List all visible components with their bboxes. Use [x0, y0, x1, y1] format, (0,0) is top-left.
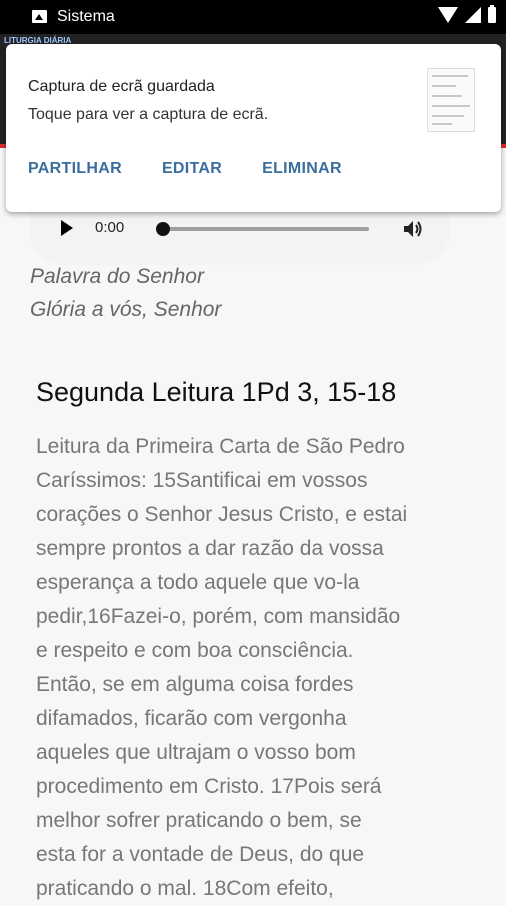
- audio-time: 0:00: [95, 219, 125, 236]
- battery-icon: [488, 5, 496, 23]
- play-icon[interactable]: [61, 220, 73, 236]
- status-app-name: Sistema: [57, 8, 115, 25]
- reading-text: Leitura da Primeira Carta de São Pedro C…: [36, 435, 408, 900]
- wifi-icon: [438, 7, 458, 23]
- response-text: Glória a vós, Senhor: [30, 298, 222, 321]
- system-icons: [438, 5, 496, 23]
- notification-actions: PARTILHAR EDITAR ELIMINAR: [28, 160, 342, 178]
- edit-button[interactable]: EDITAR: [162, 160, 222, 178]
- share-button[interactable]: PARTILHAR: [28, 160, 122, 178]
- volume-icon[interactable]: [402, 219, 424, 239]
- screenshot-notification[interactable]: Captura de ecrã guardada Toque para ver …: [6, 44, 501, 212]
- palavra-text: Palavra do Senhor: [30, 265, 204, 288]
- screenshot-thumbnail[interactable]: [427, 68, 475, 132]
- audio-progress-track[interactable]: [163, 227, 369, 231]
- notification-text: Toque para ver a captura de ecrã.: [28, 106, 269, 123]
- notification-title: Captura de ecrã guardada: [28, 78, 215, 95]
- image-icon: [32, 10, 47, 23]
- reading-heading: Segunda Leitura 1Pd 3, 15-18: [36, 377, 397, 407]
- delete-button[interactable]: ELIMINAR: [262, 160, 342, 178]
- signal-icon: [465, 7, 481, 23]
- audio-progress-thumb[interactable]: [156, 222, 170, 236]
- status-bar: Sistema: [0, 0, 506, 34]
